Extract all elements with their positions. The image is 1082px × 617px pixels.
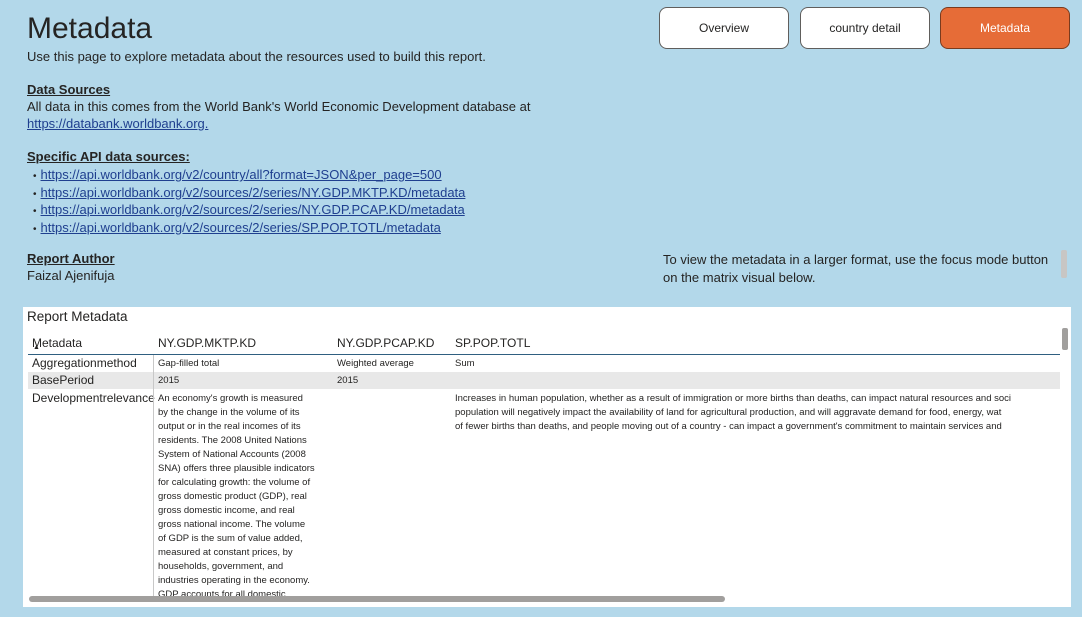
metadata-matrix: Metadata ▲ NY.GDP.MKTP.KD NY.GDP.PCAP.KD… bbox=[28, 329, 1060, 597]
report-metadata-panel: Report Metadata Metadata ▲ NY.GDP.MKTP.K… bbox=[23, 307, 1071, 607]
bullet-icon: • bbox=[33, 206, 37, 217]
column-divider bbox=[153, 355, 154, 597]
data-sources-heading: Data Sources bbox=[27, 82, 111, 97]
api-link-pop-totl[interactable]: https://api.worldbank.org/v2/sources/2/s… bbox=[41, 220, 441, 235]
matrix-vertical-scrollbar[interactable] bbox=[1062, 328, 1068, 350]
author-name: Faizal Ajenifuja bbox=[27, 268, 115, 283]
text-line: measured at constant prices, by bbox=[158, 547, 293, 558]
row-label: Developmentrelevance bbox=[32, 391, 155, 405]
row-label: Aggregationmethod bbox=[32, 356, 137, 370]
column-header-gdp-pcap[interactable]: NY.GDP.PCAP.KD bbox=[337, 336, 434, 350]
table-cell: 2015 bbox=[158, 375, 180, 386]
country-detail-button[interactable]: country detail bbox=[800, 7, 930, 49]
list-item: • https://api.worldbank.org/v2/sources/2/… bbox=[33, 184, 465, 202]
metadata-button[interactable]: Metadata bbox=[940, 7, 1070, 49]
table-row: BasePeriod 2015 2015 bbox=[28, 372, 1060, 389]
page-title: Metadata bbox=[27, 12, 153, 45]
matrix-header-row: Metadata ▲ NY.GDP.MKTP.KD NY.GDP.PCAP.KD… bbox=[28, 329, 1060, 355]
text-line: of fewer births than deaths, and people … bbox=[455, 421, 1002, 432]
text-line: output or in the real incomes of its bbox=[158, 421, 301, 432]
table-row: Developmentrelevance An economy's growth… bbox=[28, 389, 1060, 597]
text-line: gross domestic income, and real bbox=[158, 505, 295, 516]
list-item: • https://api.worldbank.org/v2/country/al… bbox=[33, 166, 465, 184]
table-cell: 2015 bbox=[337, 375, 359, 386]
text-line: SNA) offers three plausible indicators bbox=[158, 463, 315, 474]
text-line: industries operating in the economy. bbox=[158, 575, 310, 586]
data-sources-text: All data in this comes from the World Ba… bbox=[27, 99, 531, 114]
text-line: System of National Accounts (2008 bbox=[158, 449, 306, 460]
table-cell: Sum bbox=[455, 358, 475, 369]
sort-ascending-icon[interactable]: ▲ bbox=[33, 344, 40, 351]
text-line: Increases in human population, whether a… bbox=[455, 393, 1012, 404]
table-row: Aggregationmethod Gap-filled total Weigh… bbox=[28, 355, 1060, 372]
table-cell: Gap-filled total bbox=[158, 358, 220, 369]
page-subtitle: Use this page to explore metadata about … bbox=[27, 49, 486, 64]
gdp-development-relevance: An economy's growth is measured by the c… bbox=[158, 392, 333, 597]
column-header-pop-totl[interactable]: SP.POP.TOTL bbox=[455, 336, 530, 350]
focus-mode-note: To view the metadata in a larger format,… bbox=[663, 252, 1049, 285]
text-line: households, government, and bbox=[158, 561, 284, 572]
list-item: • https://api.worldbank.org/v2/sources/2/… bbox=[33, 219, 465, 237]
text-line: by the change in the volume of its bbox=[158, 407, 300, 418]
text-line: An economy's growth is measured bbox=[158, 393, 303, 404]
text-line: gross national income. The volume bbox=[158, 519, 306, 530]
text-line: gross domestic product (GDP), real bbox=[158, 491, 307, 502]
text-line: of GDP is the sum of value added, bbox=[158, 533, 303, 544]
note-scrollbar[interactable] bbox=[1061, 250, 1067, 278]
matrix-title: Report Metadata bbox=[27, 309, 128, 324]
author-heading: Report Author bbox=[27, 251, 115, 266]
text-line: residents. The 2008 United Nations bbox=[158, 435, 307, 446]
api-link-gdp-pcap[interactable]: https://api.worldbank.org/v2/sources/2/s… bbox=[41, 202, 465, 217]
table-cell: Weighted average bbox=[337, 358, 414, 369]
api-link-country[interactable]: https://api.worldbank.org/v2/country/all… bbox=[41, 167, 442, 182]
row-label: BasePeriod bbox=[32, 373, 95, 387]
matrix-horizontal-scrollbar[interactable] bbox=[29, 596, 725, 602]
bullet-icon: • bbox=[33, 188, 37, 200]
overview-button[interactable]: Overview bbox=[659, 7, 789, 49]
list-item: • https://api.worldbank.org/v2/sources/2/… bbox=[33, 201, 465, 219]
api-link-gdp-mktp[interactable]: https://api.worldbank.org/v2/sources/2/s… bbox=[41, 185, 466, 200]
api-sources-heading: Specific API data sources: bbox=[27, 149, 190, 164]
pop-development-relevance: Increases in human population, whether a… bbox=[455, 392, 1060, 434]
api-sources-list: • https://api.worldbank.org/v2/country/al… bbox=[33, 166, 465, 236]
bullet-icon: • bbox=[33, 223, 37, 235]
column-header-gdp-mktp[interactable]: NY.GDP.MKTP.KD bbox=[158, 336, 256, 350]
bullet-icon: • bbox=[33, 171, 37, 182]
databank-link[interactable]: https://databank.worldbank.org. bbox=[27, 116, 208, 131]
text-line: for calculating growth: the volume of bbox=[158, 477, 311, 488]
text-line: population will negatively impact the av… bbox=[455, 407, 1002, 418]
